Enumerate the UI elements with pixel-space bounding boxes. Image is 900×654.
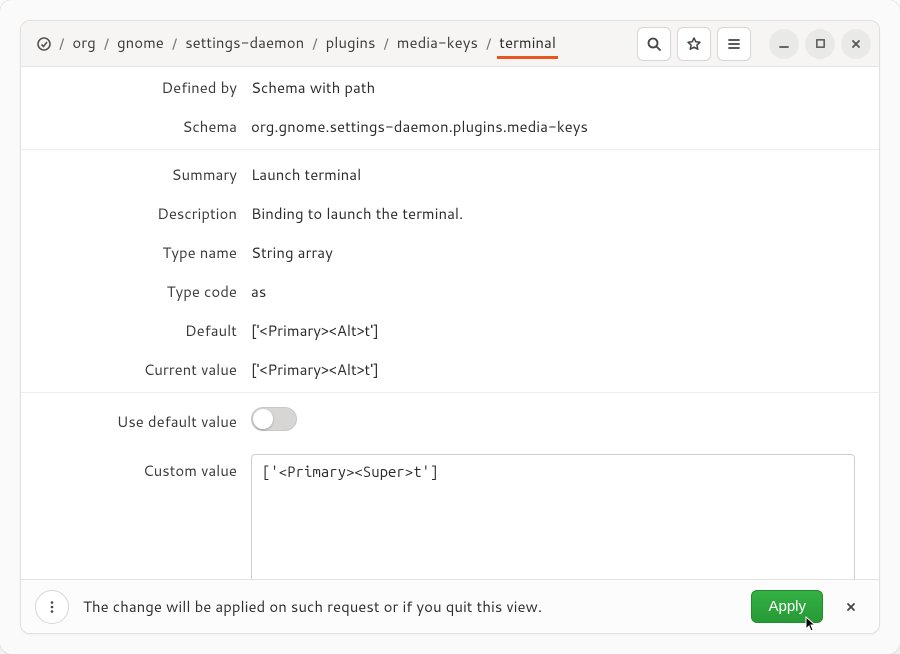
bookmark-button[interactable] — [677, 27, 711, 61]
cursor-pointer-icon — [804, 616, 818, 634]
breadcrumb: / org / gnome / settings-daemon / plugin… — [29, 28, 631, 59]
row-schema: Schema org.gnome.settings-daemon.plugins… — [21, 106, 879, 145]
label-use-default: Use default value — [21, 409, 251, 432]
breadcrumb-separator: / — [310, 33, 319, 54]
breadcrumb-plugins[interactable]: plugins — [324, 28, 378, 59]
action-bar-message: The change will be applied on such reque… — [83, 596, 737, 617]
label-description: Description — [21, 201, 251, 224]
row-default: Default ['<Primary><Alt>t'] — [21, 310, 879, 349]
breadcrumb-separator: / — [381, 33, 390, 54]
window-minimize-button[interactable] — [769, 29, 799, 59]
more-actions-button[interactable] — [35, 590, 69, 624]
use-default-switch[interactable] — [251, 407, 297, 431]
hamburger-menu-button[interactable] — [717, 27, 751, 61]
breadcrumb-separator: / — [102, 33, 111, 54]
minimize-icon — [778, 38, 790, 50]
value-summary: Launch terminal — [251, 162, 863, 185]
row-summary: Summary Launch terminal — [21, 154, 879, 193]
label-type-code: Type code — [21, 279, 251, 302]
apply-button-label: Apply — [768, 598, 806, 615]
breadcrumb-org[interactable]: org — [70, 28, 97, 59]
breadcrumb-separator: / — [484, 33, 493, 54]
row-defined-by: Defined by Schema with path — [21, 67, 879, 106]
header-actions — [637, 27, 871, 61]
label-defined-by: Defined by — [21, 75, 251, 98]
breadcrumb-gnome[interactable]: gnome — [115, 28, 166, 59]
label-default: Default — [21, 318, 251, 341]
value-default: ['<Primary><Alt>t'] — [251, 318, 863, 341]
app-inner: / org / gnome / settings-daemon / plugin… — [20, 20, 880, 634]
label-custom-value: Custom value — [21, 452, 251, 481]
close-icon — [850, 38, 862, 50]
maximize-icon — [815, 38, 826, 49]
search-button[interactable] — [637, 27, 671, 61]
value-custom-container — [251, 452, 855, 579]
value-type-name: String array — [251, 240, 863, 263]
dconf-app-icon — [35, 35, 53, 53]
value-type-code: as — [251, 279, 863, 302]
breadcrumb-settings-daemon[interactable]: settings-daemon — [183, 28, 306, 59]
breadcrumb-separator: / — [170, 33, 179, 54]
breadcrumb-terminal[interactable]: terminal — [497, 28, 558, 59]
breadcrumb-media-keys[interactable]: media-keys — [395, 28, 480, 59]
section-separator — [21, 392, 879, 393]
close-icon — [845, 601, 857, 613]
section-separator — [21, 149, 879, 150]
row-custom-value: Custom value — [21, 444, 879, 579]
value-defined-by: Schema with path — [251, 75, 863, 98]
window-close-button[interactable] — [841, 29, 871, 59]
apply-button[interactable]: Apply — [751, 590, 823, 623]
window-maximize-button[interactable] — [805, 29, 835, 59]
key-details-panel: Defined by Schema with path Schema org.g… — [21, 67, 879, 579]
dismiss-action-bar-button[interactable] — [837, 593, 865, 621]
search-icon — [646, 36, 662, 52]
switch-knob — [253, 409, 273, 429]
value-schema: org.gnome.settings-daemon.plugins.media-… — [251, 114, 863, 137]
row-use-default: Use default value — [21, 397, 879, 444]
label-type-name: Type name — [21, 240, 251, 263]
value-use-default — [251, 405, 863, 436]
label-schema: Schema — [21, 114, 251, 137]
app-window: / org / gnome / settings-daemon / plugin… — [0, 0, 900, 654]
row-current: Current value ['<Primary><Alt>t'] — [21, 349, 879, 388]
value-current: ['<Primary><Alt>t'] — [251, 357, 863, 380]
star-icon — [686, 36, 702, 52]
value-description: Binding to launch the terminal. — [251, 201, 863, 224]
header-bar: / org / gnome / settings-daemon / plugin… — [21, 21, 879, 67]
row-type-code: Type code as — [21, 271, 879, 310]
action-bar: The change will be applied on such reque… — [21, 579, 879, 633]
row-description: Description Binding to launch the termin… — [21, 193, 879, 232]
row-type-name: Type name String array — [21, 232, 879, 271]
label-summary: Summary — [21, 162, 251, 185]
breadcrumb-separator: / — [57, 33, 66, 54]
custom-value-input[interactable] — [251, 454, 855, 579]
label-current: Current value — [21, 357, 251, 380]
kebab-icon — [45, 600, 59, 614]
hamburger-icon — [726, 36, 742, 52]
